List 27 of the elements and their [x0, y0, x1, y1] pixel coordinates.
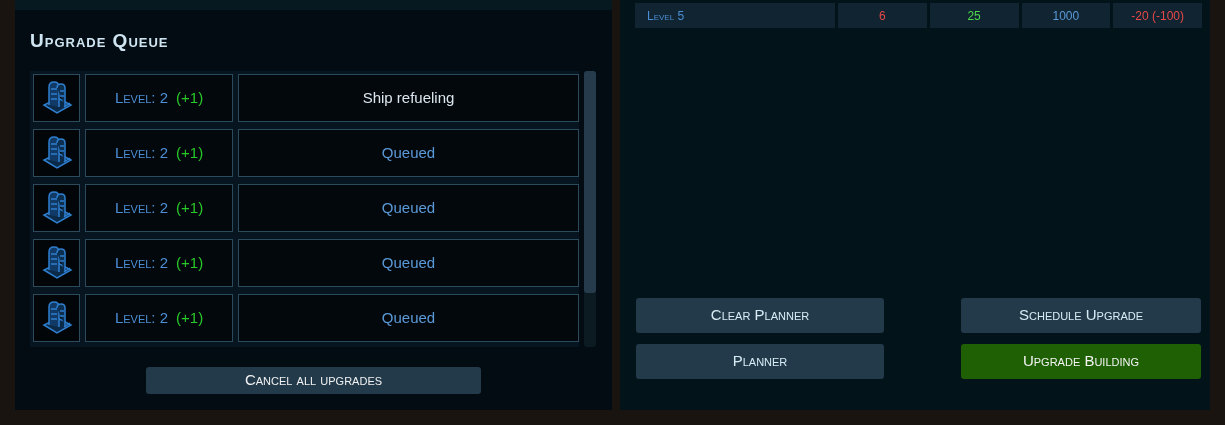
action-button[interactable]: Planner: [636, 344, 884, 379]
status-cell: Queued: [238, 183, 579, 232]
table-cell: -20 (-100): [1113, 3, 1202, 28]
scrollbar[interactable]: [584, 70, 596, 347]
level-increase: (+1): [176, 87, 204, 108]
level-increase: (+1): [176, 142, 204, 163]
action-button[interactable]: Schedule Upgrade: [961, 298, 1201, 333]
status-cell: Ship refueling: [238, 73, 579, 122]
table-cell: 25: [929, 3, 1019, 28]
status-cell: Queued: [238, 238, 579, 287]
level-label: Level: 2: [114, 87, 169, 108]
status-cell: Queued: [238, 293, 579, 342]
table-cell: 1000: [1021, 3, 1111, 28]
cancel-all-button[interactable]: Cancel all upgrades: [146, 366, 481, 394]
level-increase: (+1): [176, 197, 204, 218]
table-cell: 6: [838, 3, 927, 28]
level-label: Level: 2: [114, 197, 169, 218]
status-cell: Queued: [238, 128, 579, 177]
upgrade-button[interactable]: Upgrade Building: [961, 344, 1201, 379]
table-cell: Level 5: [635, 3, 835, 28]
action-button[interactable]: Clear Planner: [636, 298, 884, 333]
level-label: Level: 2: [114, 142, 169, 163]
level-increase: (+1): [176, 307, 204, 328]
panel-title: Upgrade Queue: [30, 30, 170, 53]
level-label: Level: 2: [114, 307, 169, 328]
level-increase: (+1): [176, 252, 204, 273]
level-label: Level: 2: [114, 252, 169, 273]
